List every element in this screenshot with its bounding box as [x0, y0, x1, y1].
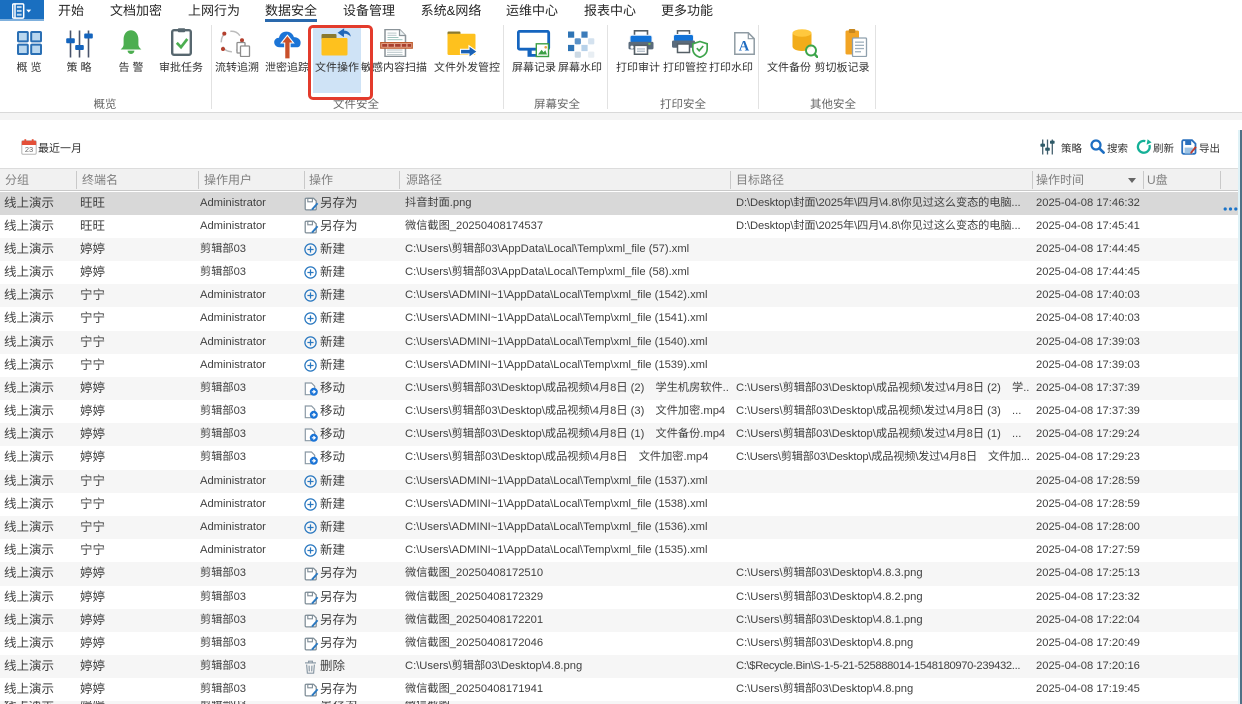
svg-text:A: A — [738, 38, 749, 54]
svg-text:23: 23 — [25, 145, 33, 154]
